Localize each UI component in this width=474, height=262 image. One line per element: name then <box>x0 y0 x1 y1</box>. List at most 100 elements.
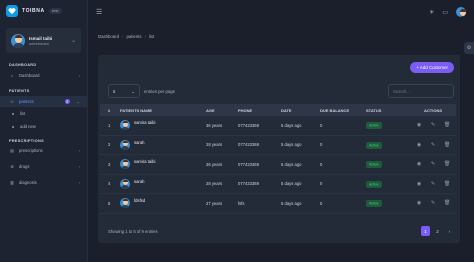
patient-due: 0 <box>320 200 323 206</box>
pill-icon: ⊕ <box>10 164 14 169</box>
col-header-name: PATIENTS NAME <box>120 107 153 113</box>
next-page-button[interactable]: › <box>445 226 454 236</box>
entries-label: entries per page <box>144 88 176 94</box>
edit-icon[interactable]: ✎ <box>430 122 436 128</box>
view-icon[interactable]: ◉ <box>416 122 422 128</box>
patient-due: 0 <box>320 161 323 167</box>
avatar <box>120 139 130 150</box>
entries-info: Showing 1 to 5 of 9 entries <box>108 228 158 234</box>
patient-date: 5 days ago <box>281 200 302 206</box>
sidebar-item-dashboard[interactable]: ⌂ Dashboard › <box>0 70 87 81</box>
status-badge: Active <box>366 180 382 188</box>
col-header-phone: PHONE <box>238 107 253 113</box>
pagination: 1 2 › <box>421 226 454 236</box>
delete-icon[interactable]: 🗑 <box>444 161 450 167</box>
sidebar-subitem-add-new[interactable]: add new <box>0 120 87 133</box>
sidebar-subitem-list[interactable]: list <box>0 107 87 120</box>
col-header-due-balance: DUE BALANCE <box>320 107 350 113</box>
patient-date: 5 days ago <box>281 181 302 187</box>
brand[interactable]: TOIBNA beta <box>0 0 87 22</box>
sidebar-item-drugs[interactable]: ⊕ drugs › <box>0 161 87 172</box>
sidebar-item-patients[interactable]: ☺ patients 2 ⌄ <box>0 96 87 107</box>
messages-icon[interactable]: ▭ <box>442 9 448 16</box>
patient-name[interactable]: sarah <box>134 140 144 145</box>
sidebar-item-diagnosis[interactable]: ▥ diagnosis › <box>0 177 87 188</box>
profile-name: Ismail taibi <box>29 35 53 41</box>
sidebar-subitem-label: add new <box>20 124 36 129</box>
breadcrumb-patients[interactable]: patients <box>126 34 141 39</box>
avatar <box>120 178 130 189</box>
brand-tag: beta <box>48 8 62 14</box>
table-row: 5 fdsfsd 27 years fsfs 5 days ago 0 Acti… <box>100 194 456 214</box>
col-header-age: AGE <box>206 107 215 113</box>
patient-name[interactable]: samira taibi <box>134 159 155 164</box>
delete-icon[interactable]: 🗑 <box>444 181 450 187</box>
view-icon[interactable]: ◉ <box>416 161 422 167</box>
app: TOIBNA beta Ismail taibi administrator ⌄… <box>0 0 474 262</box>
edit-icon[interactable]: ✎ <box>430 181 436 187</box>
home-icon: ⌂ <box>10 73 14 78</box>
col-header-actions: ACTIONS <box>424 107 442 113</box>
delete-icon[interactable]: 🗑 <box>444 122 450 128</box>
patient-date: 5 days ago <box>281 142 302 148</box>
chevron-right-icon: › <box>78 73 80 78</box>
breadcrumb-list: list <box>148 34 155 39</box>
col-header-num: # <box>108 107 111 113</box>
chevron-down-icon: ⌄ <box>131 88 135 94</box>
patient-age: 36 years <box>206 122 223 128</box>
delete-icon[interactable]: 🗑 <box>444 200 450 206</box>
table-controls: 5 ⌄ entries per page <box>108 84 454 98</box>
status-badge: Active <box>366 141 382 149</box>
edit-icon[interactable]: ✎ <box>430 161 436 167</box>
patient-phone: 077423369 <box>238 122 259 128</box>
patient-due: 0 <box>320 142 323 148</box>
sidebar-item-prescriptions[interactable]: ▤ prescriptions › <box>0 145 87 156</box>
status-badge: Active <box>366 161 382 169</box>
sidebar-item-label: drugs <box>19 164 30 169</box>
page-1-button[interactable]: 1 <box>421 226 430 236</box>
sun-icon[interactable]: ☀ <box>429 9 434 16</box>
view-icon[interactable]: ◉ <box>416 200 422 206</box>
search-input[interactable] <box>388 84 454 98</box>
avatar <box>120 198 130 209</box>
menu-toggle-icon[interactable]: ☰ <box>96 8 102 16</box>
patient-date: 5 days ago <box>281 122 302 128</box>
breadcrumb: Dashboard › patients › list <box>98 34 154 39</box>
chevron-right-icon: › <box>144 34 146 39</box>
chevron-right-icon: › <box>122 34 124 39</box>
table-row: 3 samira taibi 36 years 077423369 5 days… <box>100 155 456 175</box>
sidebar-subitem-label: list <box>20 111 26 116</box>
patient-age: 28 years <box>206 181 223 187</box>
chevron-down-icon: ⌄ <box>76 99 80 104</box>
patient-name[interactable]: sarah <box>134 179 144 184</box>
sidebar-item-label: prescriptions <box>19 148 43 153</box>
patients-card: + Add Customer 5 ⌄ entries per page # PA… <box>98 55 460 243</box>
delete-icon[interactable]: 🗑 <box>444 142 450 148</box>
patient-name[interactable]: samira taibi <box>134 120 155 125</box>
edit-icon[interactable]: ✎ <box>430 142 436 148</box>
add-customer-button[interactable]: + Add Customer <box>410 62 454 73</box>
chevron-right-icon: › <box>78 180 80 185</box>
page-2-button[interactable]: 2 <box>433 226 442 236</box>
chevron-down-icon[interactable]: ⌄ <box>71 37 76 44</box>
file-icon: ▤ <box>10 148 14 153</box>
sidebar: TOIBNA beta Ismail taibi administrator ⌄… <box>0 0 88 262</box>
patient-age: 27 years <box>206 200 223 206</box>
view-icon[interactable]: ◉ <box>416 181 422 187</box>
settings-drawer-icon[interactable]: ⚙ <box>464 42 474 54</box>
patient-age: 28 years <box>206 142 223 148</box>
bullet-icon <box>12 125 14 128</box>
patient-name[interactable]: fdsfsd <box>134 198 145 203</box>
edit-icon[interactable]: ✎ <box>430 200 436 206</box>
entries-per-page-select[interactable]: 5 ⌄ <box>108 84 140 98</box>
table-header: # PATIENTS NAME AGE PHONE DATE DUE BALAN… <box>100 104 456 116</box>
patients-count-badge: 2 <box>64 99 70 104</box>
view-icon[interactable]: ◉ <box>416 142 422 148</box>
user-menu-avatar[interactable] <box>456 7 466 17</box>
patient-phone: fsfs <box>238 200 245 206</box>
table-row: 4 sarah 28 years 077423369 5 days ago 0 … <box>100 175 456 194</box>
row-num: 1 <box>108 122 111 128</box>
status-badge: Active <box>366 200 382 208</box>
profile-card[interactable]: Ismail taibi administrator ⌄ <box>6 28 81 53</box>
breadcrumb-dashboard[interactable]: Dashboard <box>98 34 119 39</box>
